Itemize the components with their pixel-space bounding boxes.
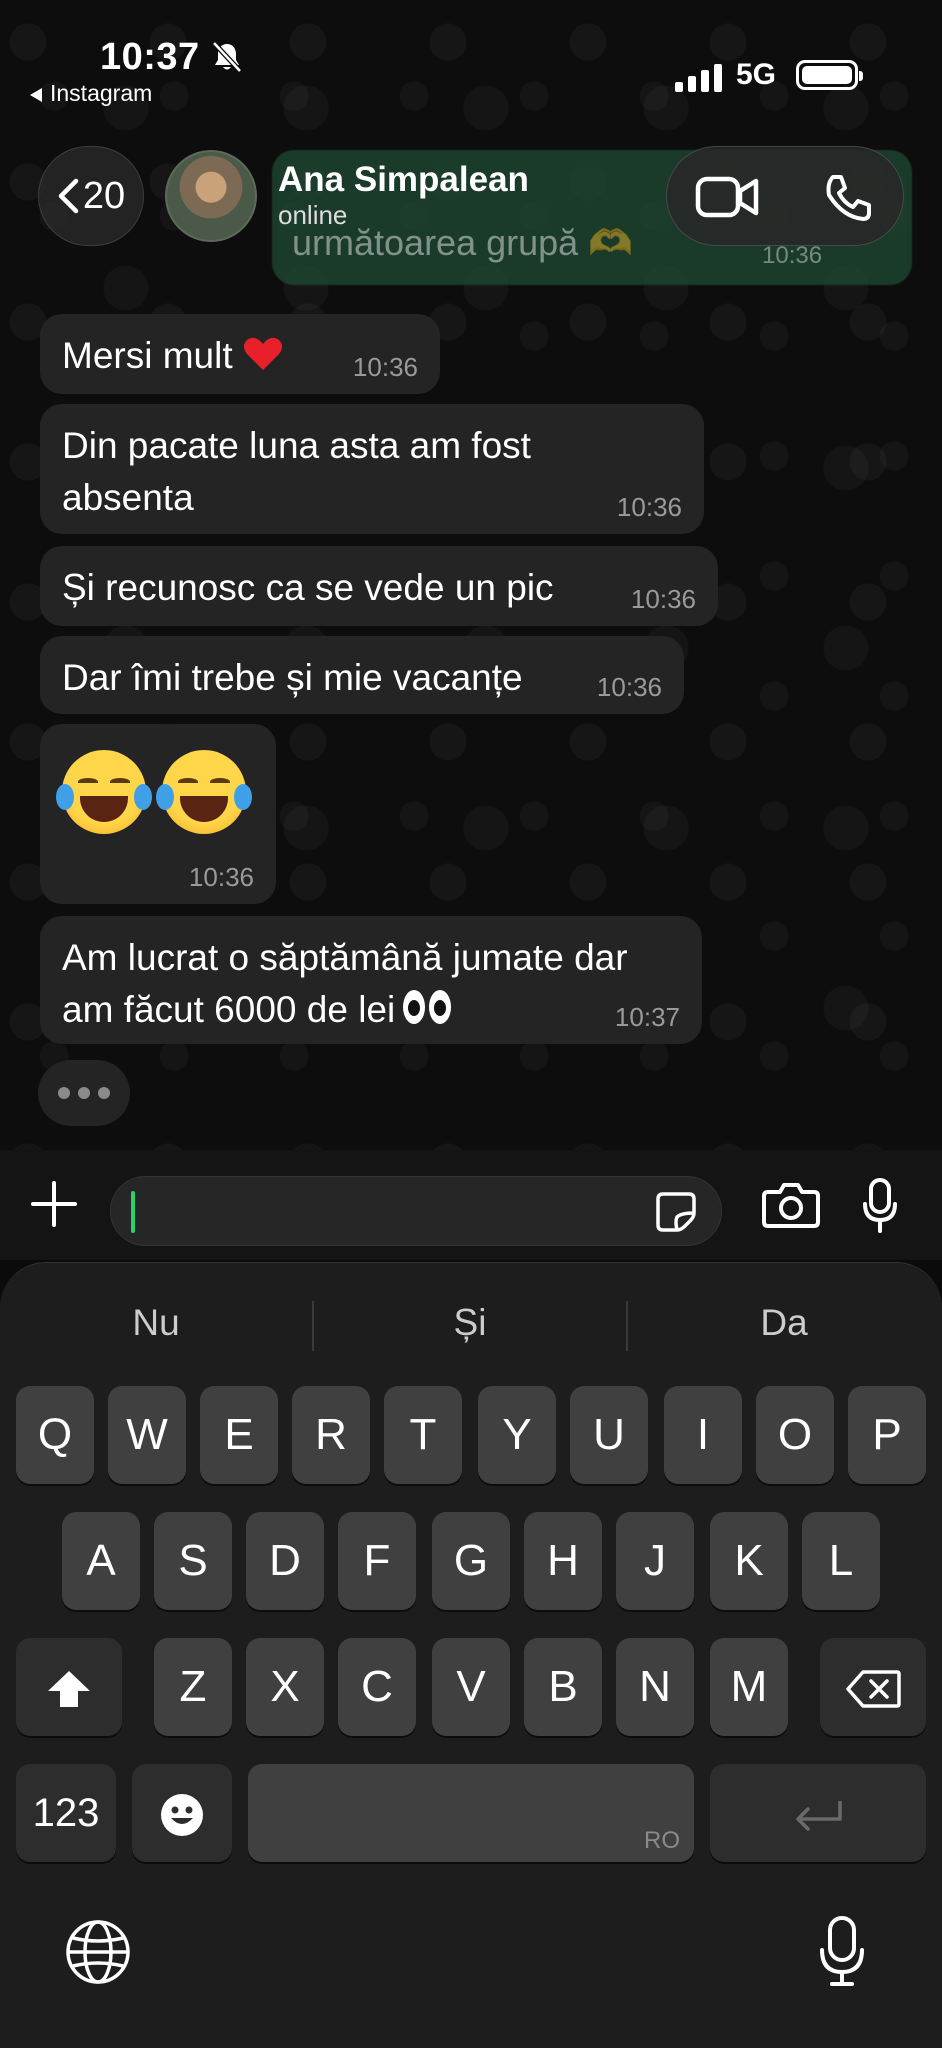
key-h[interactable]: H bbox=[524, 1512, 602, 1610]
suggestion-2[interactable]: Și bbox=[314, 1293, 626, 1353]
key-c[interactable]: C bbox=[338, 1638, 416, 1736]
suggestion-bar: Nu Și Da bbox=[0, 1293, 942, 1353]
message-text: Și recunosc ca se vede un pic bbox=[62, 567, 554, 608]
key-t[interactable]: T bbox=[384, 1386, 462, 1484]
battery-icon bbox=[796, 60, 863, 90]
signal-icon bbox=[675, 64, 722, 92]
key-o[interactable]: O bbox=[756, 1386, 834, 1484]
message-text-line: absenta bbox=[62, 477, 194, 518]
key-m[interactable]: M bbox=[710, 1638, 788, 1736]
emoji-icon bbox=[161, 1794, 203, 1837]
tears-of-joy-emoji bbox=[156, 750, 252, 834]
key-b[interactable]: B bbox=[524, 1638, 602, 1736]
contact-avatar[interactable] bbox=[165, 150, 257, 242]
key-g[interactable]: G bbox=[432, 1512, 510, 1610]
key-x[interactable]: X bbox=[246, 1638, 324, 1736]
unread-count: 20 bbox=[82, 174, 126, 217]
back-app-label: Instagram bbox=[50, 80, 153, 106]
key-f[interactable]: F bbox=[338, 1512, 416, 1610]
key-u[interactable]: U bbox=[570, 1386, 648, 1484]
key-l[interactable]: L bbox=[802, 1512, 880, 1610]
phone-call-icon[interactable] bbox=[823, 173, 873, 223]
message-text-line: Am lucrat o săptămână jumate dar bbox=[62, 937, 628, 978]
space-key[interactable]: RO bbox=[248, 1764, 694, 1862]
suggestion-3[interactable]: Da bbox=[628, 1293, 940, 1353]
previous-message-time: 10:36 bbox=[762, 242, 823, 269]
sticker-icon[interactable] bbox=[655, 1191, 697, 1233]
suggestion-1[interactable]: Nu bbox=[0, 1293, 312, 1353]
key-s[interactable]: S bbox=[154, 1512, 232, 1610]
back-button[interactable]: 20 bbox=[38, 146, 144, 246]
mic-icon[interactable] bbox=[862, 1178, 898, 1234]
message-time: 10:36 bbox=[188, 862, 254, 892]
message-text: Dar îmi trebe și mie vacanțe bbox=[62, 657, 523, 698]
key-j[interactable]: J bbox=[616, 1512, 694, 1610]
message-bubble[interactable]: Și recunosc ca se vede un pic 10:36 bbox=[40, 546, 718, 626]
contact-name[interactable]: Ana Simpalean bbox=[278, 160, 529, 200]
back-to-app-link[interactable]: Instagram bbox=[30, 80, 152, 107]
keyboard-language-label: RO bbox=[644, 1827, 680, 1854]
key-v[interactable]: V bbox=[432, 1638, 510, 1736]
key-q[interactable]: Q bbox=[16, 1386, 94, 1484]
message-time: 10:36 bbox=[616, 492, 682, 522]
heart-emoji bbox=[243, 337, 282, 370]
chevron-left-icon bbox=[58, 178, 79, 214]
message-bubble[interactable]: Din pacate luna asta am fost absenta 10:… bbox=[40, 404, 704, 534]
bell-slash-icon bbox=[212, 41, 242, 73]
tears-of-joy-emoji bbox=[56, 750, 152, 834]
message-text-line: Din pacate luna asta am fost bbox=[62, 425, 531, 466]
message-time: 10:36 bbox=[352, 352, 418, 382]
key-k[interactable]: K bbox=[710, 1512, 788, 1610]
input-bar bbox=[0, 1150, 942, 1260]
plus-icon[interactable] bbox=[30, 1180, 78, 1228]
numbers-key[interactable]: 123 bbox=[16, 1764, 116, 1862]
key-z[interactable]: Z bbox=[154, 1638, 232, 1736]
backspace-key[interactable] bbox=[820, 1638, 926, 1736]
status-time: 10:37 bbox=[100, 36, 200, 78]
return-key[interactable] bbox=[710, 1764, 926, 1862]
call-buttons bbox=[666, 146, 904, 246]
globe-icon[interactable] bbox=[64, 1918, 132, 1986]
status-bar: 10:37 Instagram 5G bbox=[0, 30, 942, 110]
message-bubble[interactable]: Mersi mult 10:36 bbox=[40, 314, 440, 394]
typing-indicator bbox=[38, 1060, 130, 1126]
emoji-key[interactable] bbox=[132, 1764, 232, 1862]
message-text: Mersi mult bbox=[62, 335, 233, 376]
text-caret bbox=[131, 1191, 135, 1233]
back-triangle-icon bbox=[30, 87, 42, 102]
return-icon bbox=[796, 1801, 842, 1832]
eyes-emoji bbox=[403, 990, 453, 1026]
message-text-line: am făcut 6000 de lei bbox=[62, 989, 396, 1030]
key-y[interactable]: Y bbox=[478, 1386, 556, 1484]
dictation-mic-icon[interactable] bbox=[818, 1916, 866, 1988]
message-bubble[interactable]: Am lucrat o săptămână jumate dar am făcu… bbox=[40, 916, 702, 1044]
key-n[interactable]: N bbox=[616, 1638, 694, 1736]
camera-icon[interactable] bbox=[762, 1182, 820, 1228]
key-d[interactable]: D bbox=[246, 1512, 324, 1610]
message-bubble[interactable]: Dar îmi trebe și mie vacanțe 10:36 bbox=[40, 636, 684, 714]
key-e[interactable]: E bbox=[200, 1386, 278, 1484]
message-time: 10:36 bbox=[630, 584, 696, 614]
key-p[interactable]: P bbox=[848, 1386, 926, 1484]
video-call-icon[interactable] bbox=[695, 175, 759, 219]
key-a[interactable]: A bbox=[62, 1512, 140, 1610]
message-time: 10:36 bbox=[596, 672, 662, 702]
message-input[interactable] bbox=[141, 1187, 641, 1237]
message-bubble[interactable]: 10:36 bbox=[40, 724, 276, 904]
message-time: 10:37 bbox=[614, 1002, 680, 1032]
message-input-field[interactable] bbox=[110, 1176, 722, 1246]
shift-key[interactable] bbox=[16, 1638, 122, 1736]
key-w[interactable]: W bbox=[108, 1386, 186, 1484]
key-r[interactable]: R bbox=[292, 1386, 370, 1484]
backspace-icon bbox=[846, 1670, 901, 1709]
shift-icon bbox=[48, 1671, 90, 1708]
contact-status: online bbox=[278, 200, 348, 230]
network-type: 5G bbox=[736, 58, 777, 91]
key-i[interactable]: I bbox=[664, 1386, 742, 1484]
